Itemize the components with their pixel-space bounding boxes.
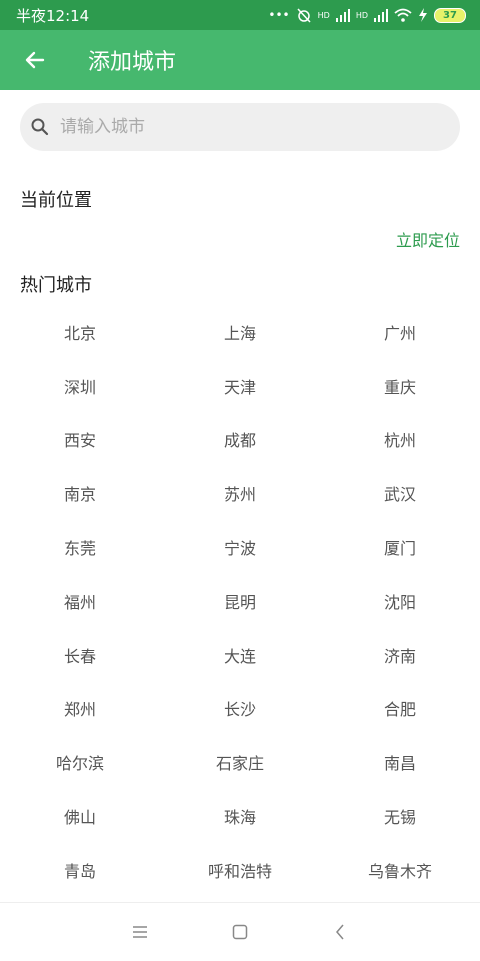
signal-icon [335, 9, 350, 22]
city-item[interactable]: 长春 [0, 628, 160, 682]
app-bar: 添加城市 [0, 30, 480, 90]
city-item[interactable]: 苏州 [160, 466, 320, 520]
city-item[interactable]: 宁波 [160, 520, 320, 574]
search-box[interactable] [20, 103, 460, 151]
back-button[interactable] [0, 30, 70, 90]
city-item[interactable]: 南昌 [320, 735, 480, 789]
menu-nav-button[interactable] [90, 903, 190, 961]
city-item[interactable]: 合肥 [320, 682, 480, 736]
status-icons: ••• HD HD 37 [268, 7, 466, 23]
locate-now-link[interactable]: 立即定位 [396, 227, 460, 251]
status-bar: 半夜12:14 ••• HD HD 37 [0, 0, 480, 30]
city-item[interactable]: 东莞 [0, 520, 160, 574]
city-item[interactable]: 珠海 [160, 789, 320, 843]
battery-icon: 37 [434, 7, 466, 23]
city-item[interactable]: 呼和浩特 [160, 843, 320, 897]
city-item[interactable]: 乌鲁木齐 [320, 843, 480, 897]
city-item[interactable]: 武汉 [320, 466, 480, 520]
page-title: 添加城市 [88, 50, 177, 75]
wifi-icon [394, 8, 412, 22]
back-chevron-icon [336, 924, 344, 940]
city-item[interactable]: 郑州 [0, 682, 160, 736]
city-item[interactable]: 沈阳 [320, 574, 480, 628]
city-item[interactable]: 厦门 [320, 520, 480, 574]
status-time: 半夜12:14 [16, 6, 90, 25]
city-item[interactable]: 杭州 [320, 413, 480, 467]
city-item[interactable]: 广州 [320, 305, 480, 359]
home-nav-button[interactable] [190, 903, 290, 961]
search-bar [20, 103, 460, 151]
city-item[interactable]: 佛山 [0, 789, 160, 843]
system-nav-bar [0, 902, 480, 961]
alarm-off-icon [297, 8, 311, 23]
city-item[interactable]: 福州 [0, 574, 160, 628]
city-item[interactable]: 昆明 [160, 574, 320, 628]
city-item[interactable]: 无锡 [320, 789, 480, 843]
signal-hd-label-2: HD [355, 10, 368, 20]
city-item[interactable]: 西安 [0, 413, 160, 467]
city-item[interactable]: 南京 [0, 466, 160, 520]
city-item[interactable]: 深圳 [0, 359, 160, 413]
city-item[interactable]: 哈尔滨 [0, 735, 160, 789]
city-item[interactable]: 济南 [320, 628, 480, 682]
search-input[interactable] [58, 116, 422, 138]
charging-icon [419, 8, 427, 22]
back-nav-button[interactable] [290, 903, 390, 961]
signal-hd-label-1: HD [317, 10, 330, 20]
hot-cities-title: 热门城市 [20, 275, 92, 296]
city-item[interactable]: 石家庄 [160, 735, 320, 789]
hot-cities-grid: 北京 上海 广州深圳 天津 重庆西安 成都 杭州南京 苏州 武汉东莞 宁波 厦门福州 昆明 沈阳长春 大连… [0, 305, 480, 897]
city-item[interactable]: 成都 [160, 413, 320, 467]
menu-icon [133, 926, 147, 938]
search-icon [31, 118, 49, 136]
home-square-icon [232, 924, 248, 940]
city-item[interactable]: 重庆 [320, 359, 480, 413]
city-item[interactable]: 青岛 [0, 843, 160, 897]
city-item[interactable]: 天津 [160, 359, 320, 413]
more-dots-icon: ••• [268, 8, 290, 22]
city-item[interactable]: 长沙 [160, 682, 320, 736]
arrow-left-icon [25, 51, 45, 69]
signal-icon-2 [374, 9, 388, 22]
current-location-title: 当前位置 [20, 190, 92, 211]
city-item[interactable]: 上海 [160, 305, 320, 359]
city-item[interactable]: 北京 [0, 305, 160, 359]
city-item[interactable]: 大连 [160, 628, 320, 682]
